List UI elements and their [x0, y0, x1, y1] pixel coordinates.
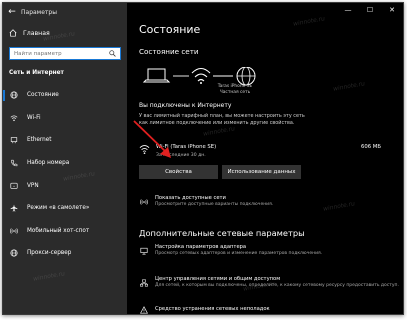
device-network-type: Частная сеть: [219, 90, 251, 95]
sidebar-item-label: VPN: [27, 182, 39, 189]
sidebar-item-vpn[interactable]: ∞ VPN: [3, 174, 127, 197]
sidebar-item-wifi[interactable]: Wi-Fi: [3, 107, 127, 130]
monitor-icon: [139, 246, 148, 255]
properties-button[interactable]: Свойства: [139, 165, 218, 179]
globe-icon: [9, 90, 19, 100]
home-link[interactable]: Главная: [9, 29, 50, 37]
sidebar-section-title: Сеть и Интернет: [9, 70, 64, 76]
sidebar-item-label: Набор номера: [27, 160, 70, 167]
search-icon[interactable]: [107, 49, 117, 59]
device-label: Taras iPhone SE Частная сеть: [195, 84, 275, 96]
maximize-icon: ☐: [366, 6, 374, 14]
hotspot-icon: [9, 226, 19, 236]
show-networks-subtitle: Просмотрите доступные варианты подключен…: [155, 202, 274, 207]
sidebar-item-airplane-mode[interactable]: Режим «в самолете»: [3, 197, 127, 220]
window-title: Параметры: [21, 8, 57, 16]
troubleshooter-link[interactable]: Средство устранения сетевых неполадок: [139, 305, 270, 314]
close-icon: ✕: [389, 6, 395, 14]
adapter-settings-title: Настройка параметров адаптера: [155, 244, 247, 250]
back-arrow-icon: ←: [8, 7, 16, 17]
title-bar: ← Параметры: [3, 3, 57, 21]
home-label: Главная: [23, 29, 50, 37]
sidebar-item-dialup[interactable]: Набор номера: [3, 152, 127, 175]
sidebar-item-label: Состояние: [27, 92, 59, 99]
network-sharing-icon: [139, 278, 148, 287]
minimize-button[interactable]: —: [337, 3, 359, 17]
sidebar-item-label: Мобильный хот-спот: [27, 227, 90, 234]
maximize-button[interactable]: ☐: [359, 3, 381, 17]
annotation-arrow: [133, 120, 171, 158]
svg-text:∞: ∞: [13, 185, 15, 188]
sidebar-item-ethernet[interactable]: Ethernet: [3, 129, 127, 152]
search-box[interactable]: [9, 47, 121, 60]
close-button[interactable]: ✕: [381, 3, 403, 17]
back-button[interactable]: ←: [3, 3, 21, 21]
data-usage-button[interactable]: Использование данных: [222, 165, 301, 179]
sidebar-item-label: Прокси-сервер: [27, 250, 72, 257]
phone-icon: [9, 158, 19, 168]
troubleshooter-title: Средство устранения сетевых неполадок: [155, 306, 270, 312]
sidebar-nav: Состояние Wi-Fi Ethernet Набор номера ∞ …: [3, 84, 127, 265]
sidebar-item-proxy[interactable]: Прокси-сервер: [3, 242, 127, 265]
data-usage-amount: 606 МБ: [361, 144, 381, 150]
show-networks-link[interactable]: Показать доступные сети Просмотрите дост…: [139, 195, 273, 208]
sidebar-item-label: Ethernet: [27, 137, 52, 144]
home-icon: [9, 29, 17, 37]
internet-globe-icon: [236, 67, 256, 86]
minimize-icon: —: [344, 6, 352, 14]
network-center-title: Центр управления сетями и общим доступом: [155, 276, 281, 282]
sidebar: ← Параметры Главная Сеть и Интернет Сост…: [3, 3, 127, 314]
sidebar-item-label: Режим «в самолете»: [27, 205, 90, 212]
network-status-heading: Состояние сети: [139, 47, 199, 56]
sidebar-item-hotspot[interactable]: Мобильный хот-спот: [3, 220, 127, 243]
sidebar-item-status[interactable]: Состояние: [3, 84, 127, 107]
show-networks-title: Показать доступные сети: [155, 195, 226, 201]
network-center-subtitle: Для сетей, к которым вы подключены, опре…: [155, 283, 399, 288]
sidebar-item-label: Wi-Fi: [27, 114, 41, 121]
warning-icon: [139, 305, 148, 314]
network-center-link[interactable]: Центр управления сетями и общим доступом…: [139, 276, 399, 289]
page-title: Состояние: [139, 23, 201, 36]
search-input[interactable]: [10, 48, 107, 59]
adapter-settings-subtitle: Просмотр сетевых адаптеров и изменение п…: [155, 251, 323, 256]
laptop-icon: [142, 68, 171, 83]
ethernet-icon: [9, 135, 19, 145]
wifi-icon: [9, 113, 19, 123]
wifi-signal-icon: [191, 67, 211, 84]
vpn-icon: ∞: [9, 181, 19, 191]
connection-status: Вы подключены к Интернету: [139, 102, 232, 109]
wifi-antenna-icon: [139, 197, 148, 206]
adapter-settings-link[interactable]: Настройка параметров адаптера Просмотр с…: [139, 244, 322, 257]
airplane-icon: [9, 203, 19, 213]
advanced-settings-heading: Дополнительные сетевые параметры: [139, 228, 305, 238]
window-controls: — ☐ ✕: [337, 3, 403, 17]
globe-icon: [9, 248, 19, 258]
settings-window: ← Параметры Главная Сеть и Интернет Сост…: [2, 2, 404, 315]
